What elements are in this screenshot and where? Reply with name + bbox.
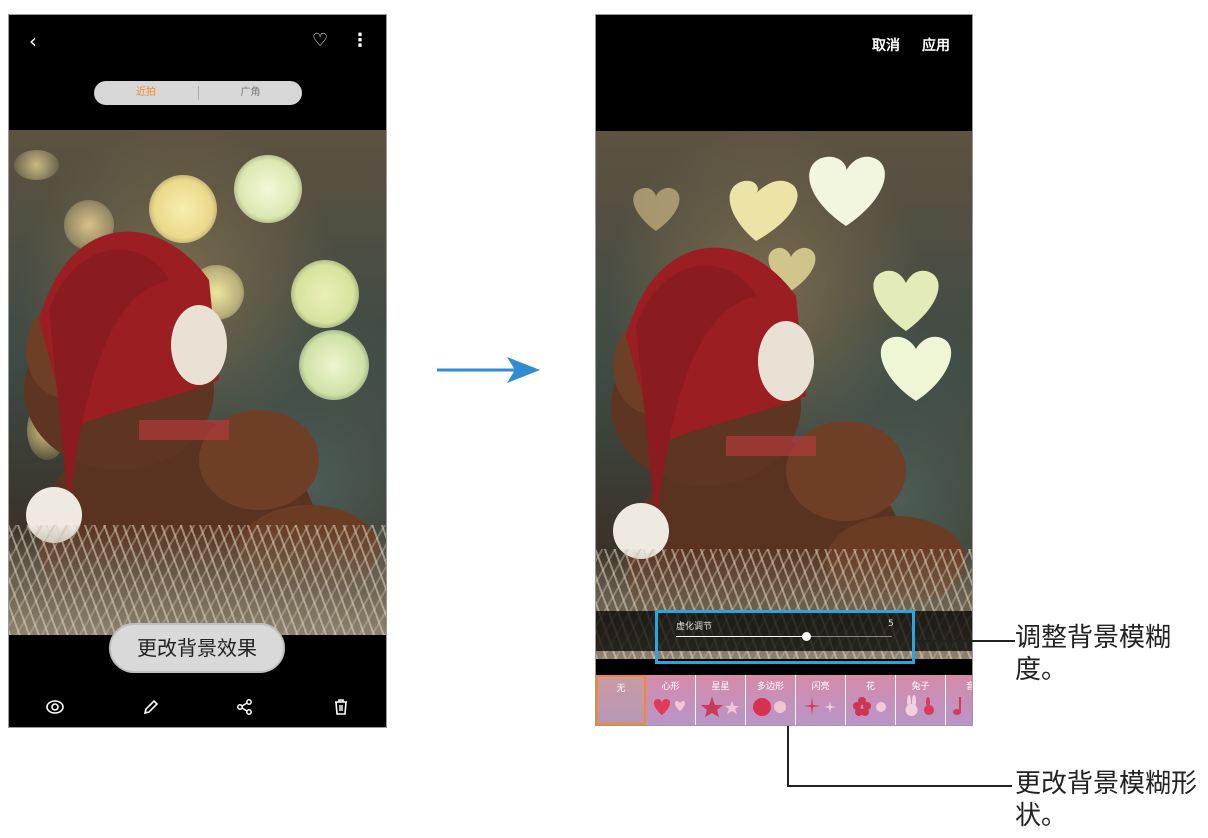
teddy-bear-photo-heart-bokeh (596, 131, 972, 659)
pencil-icon[interactable] (141, 697, 161, 717)
back-icon[interactable]: ‹ (29, 31, 37, 51)
bokeh-shape-selector: 无 心形 星星 多边形 闪亮 花 兔子 (596, 675, 972, 725)
shape-option-note[interactable]: 音 (946, 675, 972, 725)
star-shape-icon (701, 697, 739, 717)
shape-option-star[interactable]: 星星 (696, 675, 746, 725)
shape-option-heart[interactable]: 心形 (646, 675, 696, 725)
phone-screen-before: ‹ ♡ ⋮ 近拍 广角 更改背景效果 (8, 14, 387, 728)
flower-shape-icon (853, 697, 886, 716)
heart-icon[interactable]: ♡ (312, 31, 328, 51)
eye-icon[interactable] (45, 697, 65, 717)
tinsel-foreground (9, 525, 386, 635)
shape-option-flower[interactable]: 花 (846, 675, 896, 725)
blur-callout-line (915, 640, 1015, 642)
rabbit-shape-icon (905, 695, 934, 716)
tab-wide[interactable]: 广角 (199, 81, 302, 105)
bottom-toolbar (9, 687, 386, 727)
shape-callout-line (787, 785, 1012, 787)
shape-option-sparkle[interactable]: 闪亮 (796, 675, 846, 725)
apply-button[interactable]: 应用 (922, 35, 950, 55)
transition-arrow (437, 357, 540, 383)
shape-option-rabbit[interactable]: 兔子 (896, 675, 946, 725)
shape-callout-vertical (787, 726, 789, 786)
cancel-button[interactable]: 取消 (872, 35, 900, 55)
teddy-bear-photo (9, 130, 386, 635)
polygon-shape-icon (753, 698, 786, 716)
sparkle-shape-icon (803, 697, 836, 715)
blur-adjust-highlight (655, 610, 915, 664)
callout-adjust-blur: 调整背景模糊度。 (1015, 623, 1172, 685)
callout-change-shape: 更改背景模糊形状。 (1015, 769, 1198, 831)
heart-shape-icon (653, 699, 685, 715)
trash-icon[interactable] (331, 697, 351, 717)
shape-option-none[interactable]: 无 (596, 675, 646, 725)
change-background-effect-button[interactable]: 更改背景效果 (109, 623, 285, 673)
share-icon[interactable] (235, 697, 255, 717)
mode-segmented-control: 近拍 广角 (94, 81, 302, 105)
shape-option-polygon[interactable]: 多边形 (746, 675, 796, 725)
more-vert-icon[interactable]: ⋮ (351, 31, 369, 51)
tab-closeup[interactable]: 近拍 (94, 81, 198, 105)
note-shape-icon (953, 697, 961, 715)
